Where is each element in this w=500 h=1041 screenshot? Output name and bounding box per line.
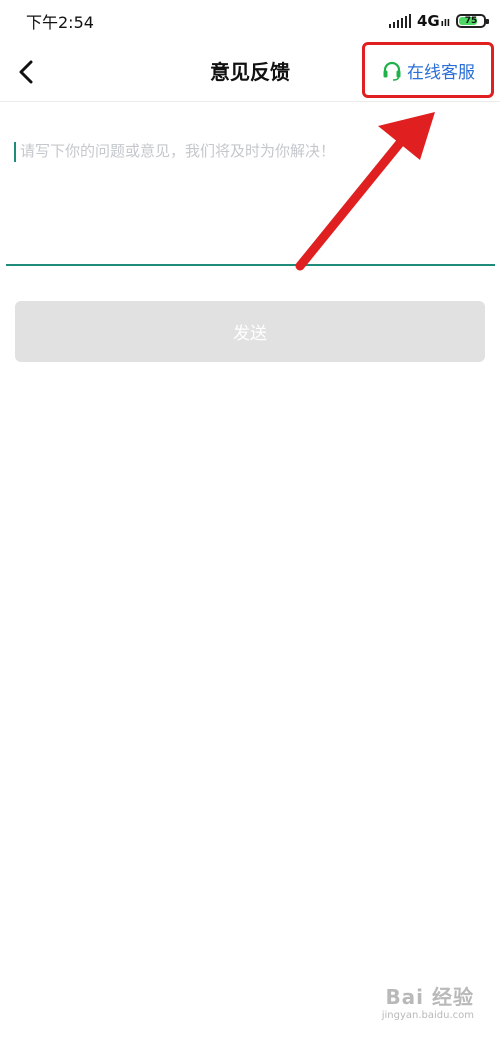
chevron-left-icon xyxy=(19,60,33,84)
headset-icon xyxy=(383,61,401,81)
nav-bar: 意见反馈 在线客服 xyxy=(0,42,500,102)
watermark: Bai 经验 jingyan.baidu.com xyxy=(382,981,474,1021)
screen: 下午2:54 4Gıll 75 意见反馈 在线客服 请写下你的问题或意见，我们将… xyxy=(0,0,500,1041)
signal-icon xyxy=(388,14,411,28)
watermark-logo: Bai 经验 xyxy=(385,985,474,1009)
watermark-url: jingyan.baidu.com xyxy=(381,1010,474,1021)
online-service-label: 在线客服 xyxy=(407,62,475,83)
battery-icon: 75 xyxy=(456,14,489,28)
network-sub-label: ıll xyxy=(440,19,450,29)
send-button[interactable]: 发送 xyxy=(15,301,485,362)
feedback-input[interactable] xyxy=(20,140,480,250)
status-icons: 4Gıll 75 xyxy=(388,12,489,30)
status-time: 下午2:54 xyxy=(26,13,94,32)
text-cursor xyxy=(14,142,16,162)
online-service-button[interactable]: 在线客服 xyxy=(362,42,494,98)
network-type: 4Gıll xyxy=(417,12,450,30)
battery-level: 75 xyxy=(464,16,478,26)
back-button[interactable] xyxy=(12,56,40,88)
network-label: 4G xyxy=(416,12,440,30)
feedback-input-container xyxy=(6,120,495,266)
status-bar: 下午2:54 4Gıll 75 xyxy=(0,0,500,42)
